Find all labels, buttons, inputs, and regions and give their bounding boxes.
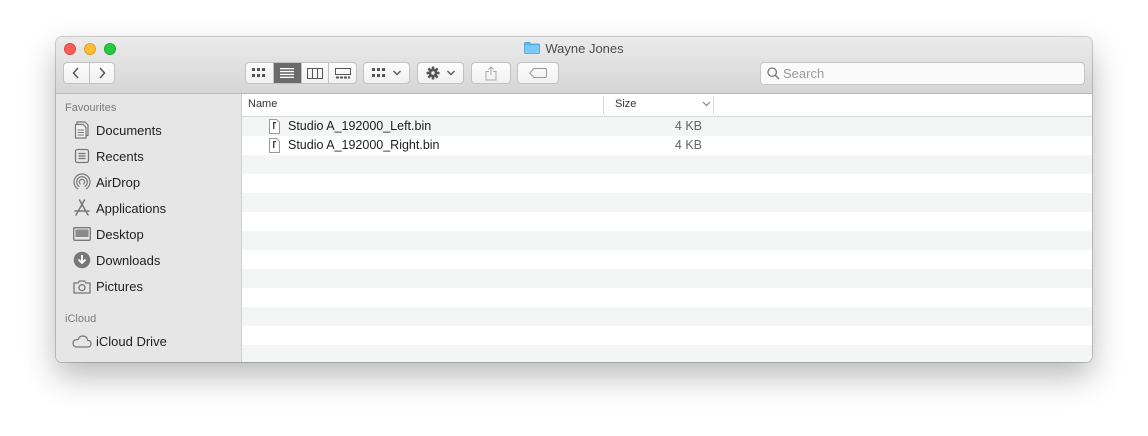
share-icon (485, 65, 497, 80)
column-header: Name Size (242, 94, 1092, 117)
column-header-name[interactable]: Name (248, 98, 277, 110)
file-name: Studio A_192000_Left.bin (288, 119, 432, 133)
sidebar-item-applications[interactable]: Applications (72, 197, 237, 219)
empty-row (242, 269, 1092, 288)
group-by-button[interactable] (363, 62, 410, 84)
sidebar-item-label: Downloads (96, 252, 161, 268)
empty-row (242, 231, 1092, 250)
binary-file-icon (269, 119, 280, 134)
list-view-icon (280, 68, 295, 78)
cloud-icon (72, 332, 92, 350)
sidebar-item-recents[interactable]: Recents (72, 145, 237, 167)
sidebar-item-pictures[interactable]: Pictures (72, 275, 237, 297)
group-by-icon (371, 68, 385, 77)
empty-row (242, 174, 1092, 193)
file-list: Name Size Studio A_192000_Left.bin 4 KB (242, 94, 1092, 362)
sidebar-item-label: Pictures (96, 278, 143, 294)
share-button[interactable] (471, 62, 511, 84)
file-size: 4 KB (674, 119, 702, 133)
file-row[interactable]: Studio A_192000_Left.bin 4 KB (242, 117, 1092, 136)
empty-row (242, 193, 1092, 212)
forward-button[interactable] (88, 63, 115, 83)
sidebar-item-label: Recents (96, 148, 144, 164)
sidebar: Favourites Documents Recents AirDrop App… (56, 94, 242, 362)
recents-icon (72, 147, 92, 165)
pictures-icon (72, 277, 92, 295)
back-button[interactable] (64, 63, 89, 83)
file-name: Studio A_192000_Right.bin (288, 138, 440, 152)
icon-view-button[interactable] (246, 63, 273, 83)
sidebar-section-icloud: iCloud (65, 313, 97, 325)
search-icon (767, 67, 780, 80)
file-row[interactable]: Studio A_192000_Right.bin 4 KB (242, 136, 1092, 155)
sidebar-item-downloads[interactable]: Downloads (72, 249, 237, 271)
view-mode-group (245, 62, 357, 84)
airdrop-icon (72, 173, 92, 191)
folder-icon (524, 42, 541, 54)
gallery-view-icon (334, 67, 351, 78)
window-title: Wayne Jones (56, 41, 1092, 56)
window-title-text: Wayne Jones (545, 41, 624, 56)
icon-view-icon (252, 68, 266, 77)
gallery-view-button[interactable] (328, 63, 356, 83)
gear-icon (426, 66, 439, 80)
binary-file-icon (269, 138, 280, 153)
list-view-button[interactable] (272, 63, 301, 83)
chevron-left-icon (72, 67, 79, 79)
documents-icon (72, 121, 92, 139)
search-input[interactable] (783, 65, 1073, 82)
empty-row (242, 250, 1092, 269)
sidebar-item-label: Documents (96, 122, 162, 138)
column-divider[interactable] (713, 96, 714, 114)
downloads-icon (72, 251, 92, 269)
sort-chevron-icon (702, 101, 711, 107)
sidebar-item-label: iCloud Drive (96, 333, 167, 349)
sidebar-item-label: Desktop (96, 226, 144, 242)
tag-icon (529, 68, 547, 78)
empty-row (242, 288, 1092, 307)
sidebar-item-label: Applications (96, 200, 167, 216)
column-divider[interactable] (603, 96, 604, 114)
empty-row (242, 307, 1092, 326)
action-button[interactable] (417, 62, 464, 84)
sidebar-item-airdrop[interactable]: AirDrop (72, 171, 237, 193)
empty-row (242, 326, 1092, 345)
empty-row (242, 212, 1092, 231)
empty-row (242, 345, 1092, 362)
sidebar-item-label: AirDrop (96, 174, 141, 190)
file-rows: Studio A_192000_Left.bin 4 KB Studio A_1… (242, 117, 1092, 362)
back-forward-group (63, 62, 115, 84)
sidebar-item-documents[interactable]: Documents (72, 119, 237, 141)
column-view-button[interactable] (300, 63, 329, 83)
chevron-down-icon (446, 70, 455, 76)
search-field[interactable] (760, 62, 1085, 85)
sidebar-section-favourites: Favourites (65, 102, 117, 114)
chevron-down-icon (392, 70, 401, 76)
sidebar-item-desktop[interactable]: Desktop (72, 223, 237, 245)
chevron-right-icon (99, 67, 106, 79)
desktop-icon (72, 225, 92, 243)
column-header-size[interactable]: Size (615, 98, 636, 110)
title-bar: Wayne Jones (56, 37, 1092, 94)
file-size: 4 KB (674, 138, 702, 152)
sidebar-item-icloud-drive[interactable]: iCloud Drive (72, 330, 237, 352)
finder-window: Wayne Jones Search Favourites Documents … (56, 37, 1092, 362)
empty-row (242, 155, 1092, 174)
applications-icon (72, 199, 92, 217)
edit-tags-button[interactable] (517, 62, 559, 84)
column-view-icon (306, 67, 323, 79)
